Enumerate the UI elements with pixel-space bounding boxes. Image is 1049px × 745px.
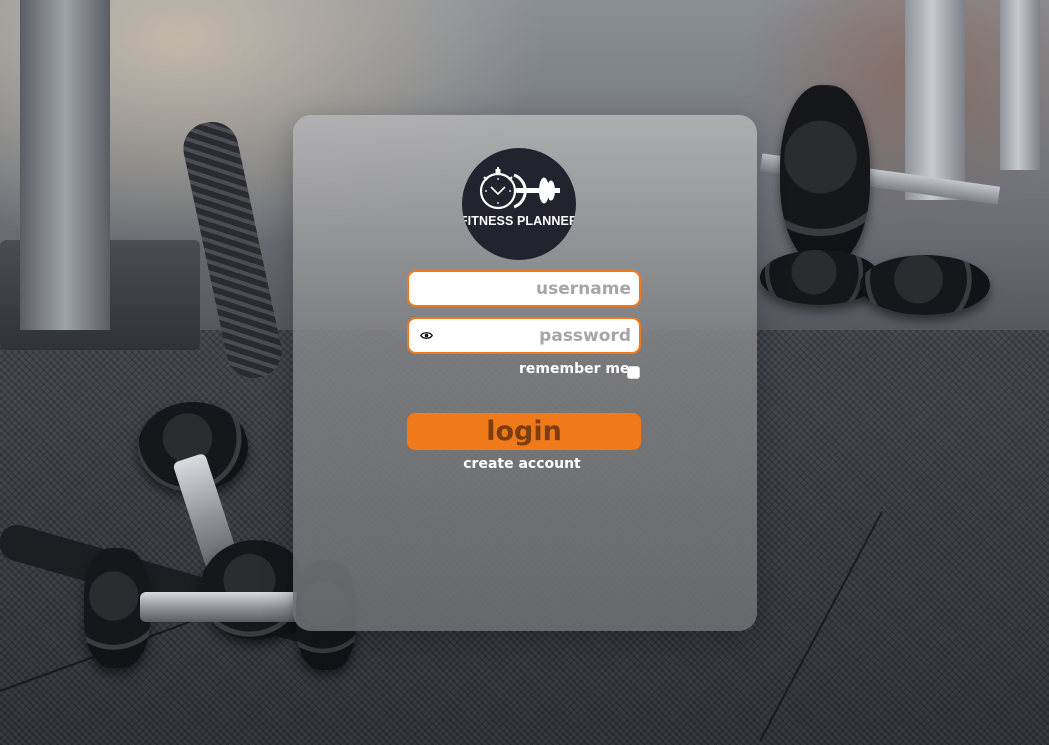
background-machine-frame <box>20 0 110 330</box>
remember-me-label: remember me <box>519 361 630 377</box>
username-field[interactable] <box>407 270 641 307</box>
background-weight-plate <box>780 85 870 265</box>
logo-text: FITNESS PLANNER <box>462 214 576 228</box>
eye-icon[interactable] <box>420 331 433 340</box>
remember-me-checkbox[interactable] <box>627 366 640 379</box>
background-weight-plate <box>860 255 990 315</box>
app-logo: FITNESS PLANNER <box>462 148 576 260</box>
password-input[interactable] <box>439 319 631 352</box>
login-screen: FITNESS PLANNER remember me login create… <box>0 0 1049 745</box>
password-field[interactable] <box>407 317 641 354</box>
create-account-link[interactable]: create account <box>407 456 637 472</box>
username-input[interactable] <box>439 272 631 305</box>
background-pillar <box>1000 0 1040 170</box>
stopwatch-barbell-icon <box>479 167 560 210</box>
login-button[interactable]: login <box>407 413 641 450</box>
background-pillar <box>905 0 965 200</box>
